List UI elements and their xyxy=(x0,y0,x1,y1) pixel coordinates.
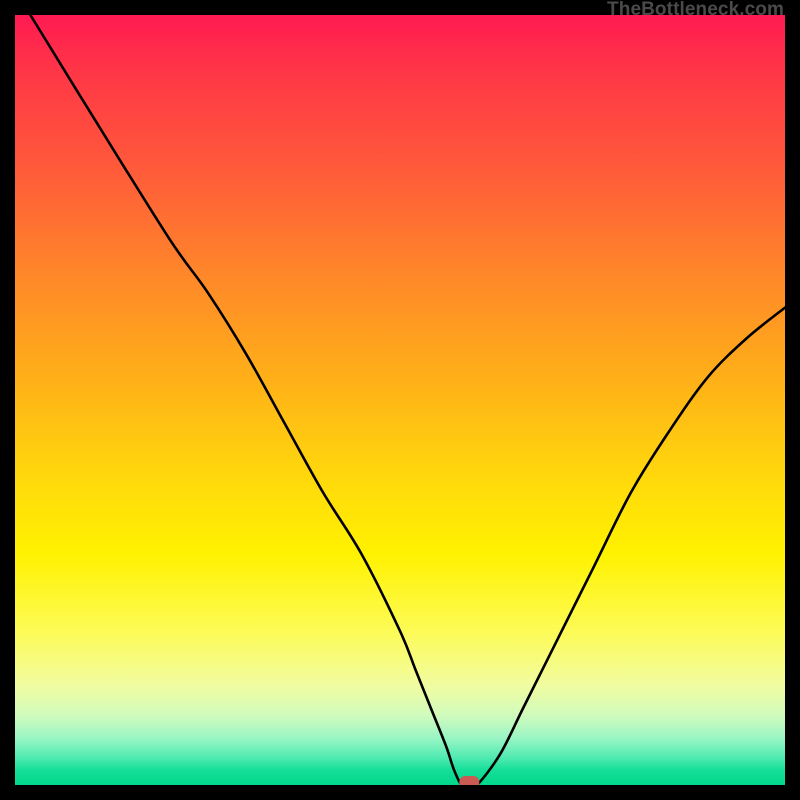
plot-area xyxy=(15,15,785,785)
minimum-marker xyxy=(459,776,479,785)
curve-path xyxy=(30,15,785,785)
watermark-text: TheBottleneck.com xyxy=(607,0,784,21)
bottleneck-curve xyxy=(15,15,785,785)
outer-frame: TheBottleneck.com xyxy=(0,0,800,800)
